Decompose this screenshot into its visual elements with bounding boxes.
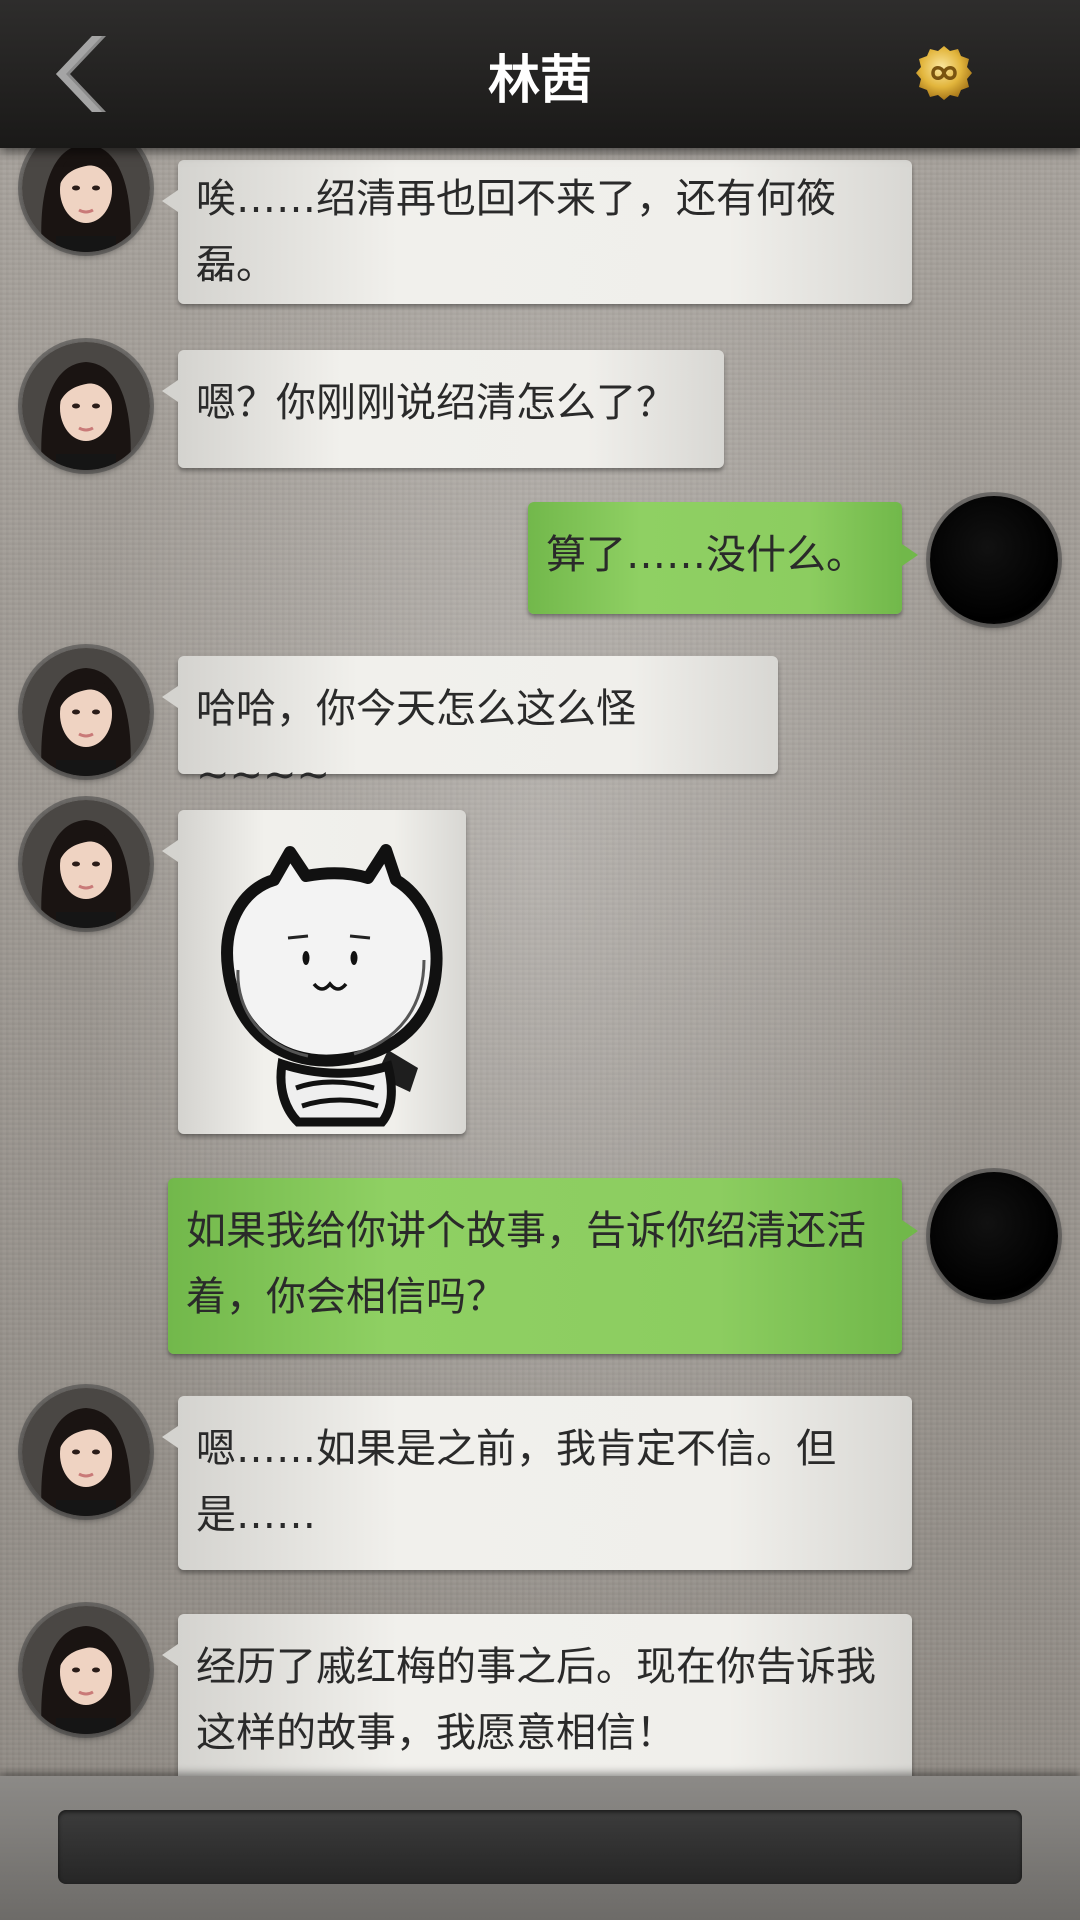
message-bubble[interactable]: 经历了戚红梅的事之后。现在你告诉我这样的故事，我愿意相信！ — [162, 1614, 912, 1788]
cat-sticker — [221, 844, 443, 1127]
message-bubble[interactable]: 如果我给你讲个故事，告诉你绍清还活着，你会相信吗？ — [168, 1178, 918, 1354]
message-bubble[interactable]: 哈哈，你今天怎么这么怪~~~~ — [162, 656, 778, 798]
contact-avatar[interactable] — [22, 648, 150, 776]
contact-avatar[interactable] — [22, 342, 150, 470]
sticker-bubble[interactable] — [162, 810, 466, 1134]
message-bubble[interactable]: 唉……绍清再也回不来了，还有何筱磊。 — [162, 160, 912, 304]
message-input[interactable] — [58, 1810, 1022, 1884]
message-bubble[interactable]: 嗯？你刚刚说绍清怎么了？ — [162, 350, 724, 468]
message-bubble[interactable]: 嗯……如果是之前，我肯定不信。但是…… — [162, 1396, 912, 1570]
infinity-coin-icon[interactable] — [915, 44, 973, 102]
contact-avatar[interactable] — [22, 800, 150, 928]
message-bubble[interactable]: 算了……没什么。 — [528, 502, 918, 614]
user-avatar[interactable] — [930, 496, 1058, 624]
bottom-bar — [0, 1776, 1080, 1920]
header-bar: 林茜 — [0, 0, 1080, 148]
contact-avatar[interactable] — [22, 1606, 150, 1734]
contact-avatar[interactable] — [22, 1388, 150, 1516]
user-avatar[interactable] — [930, 1172, 1058, 1300]
